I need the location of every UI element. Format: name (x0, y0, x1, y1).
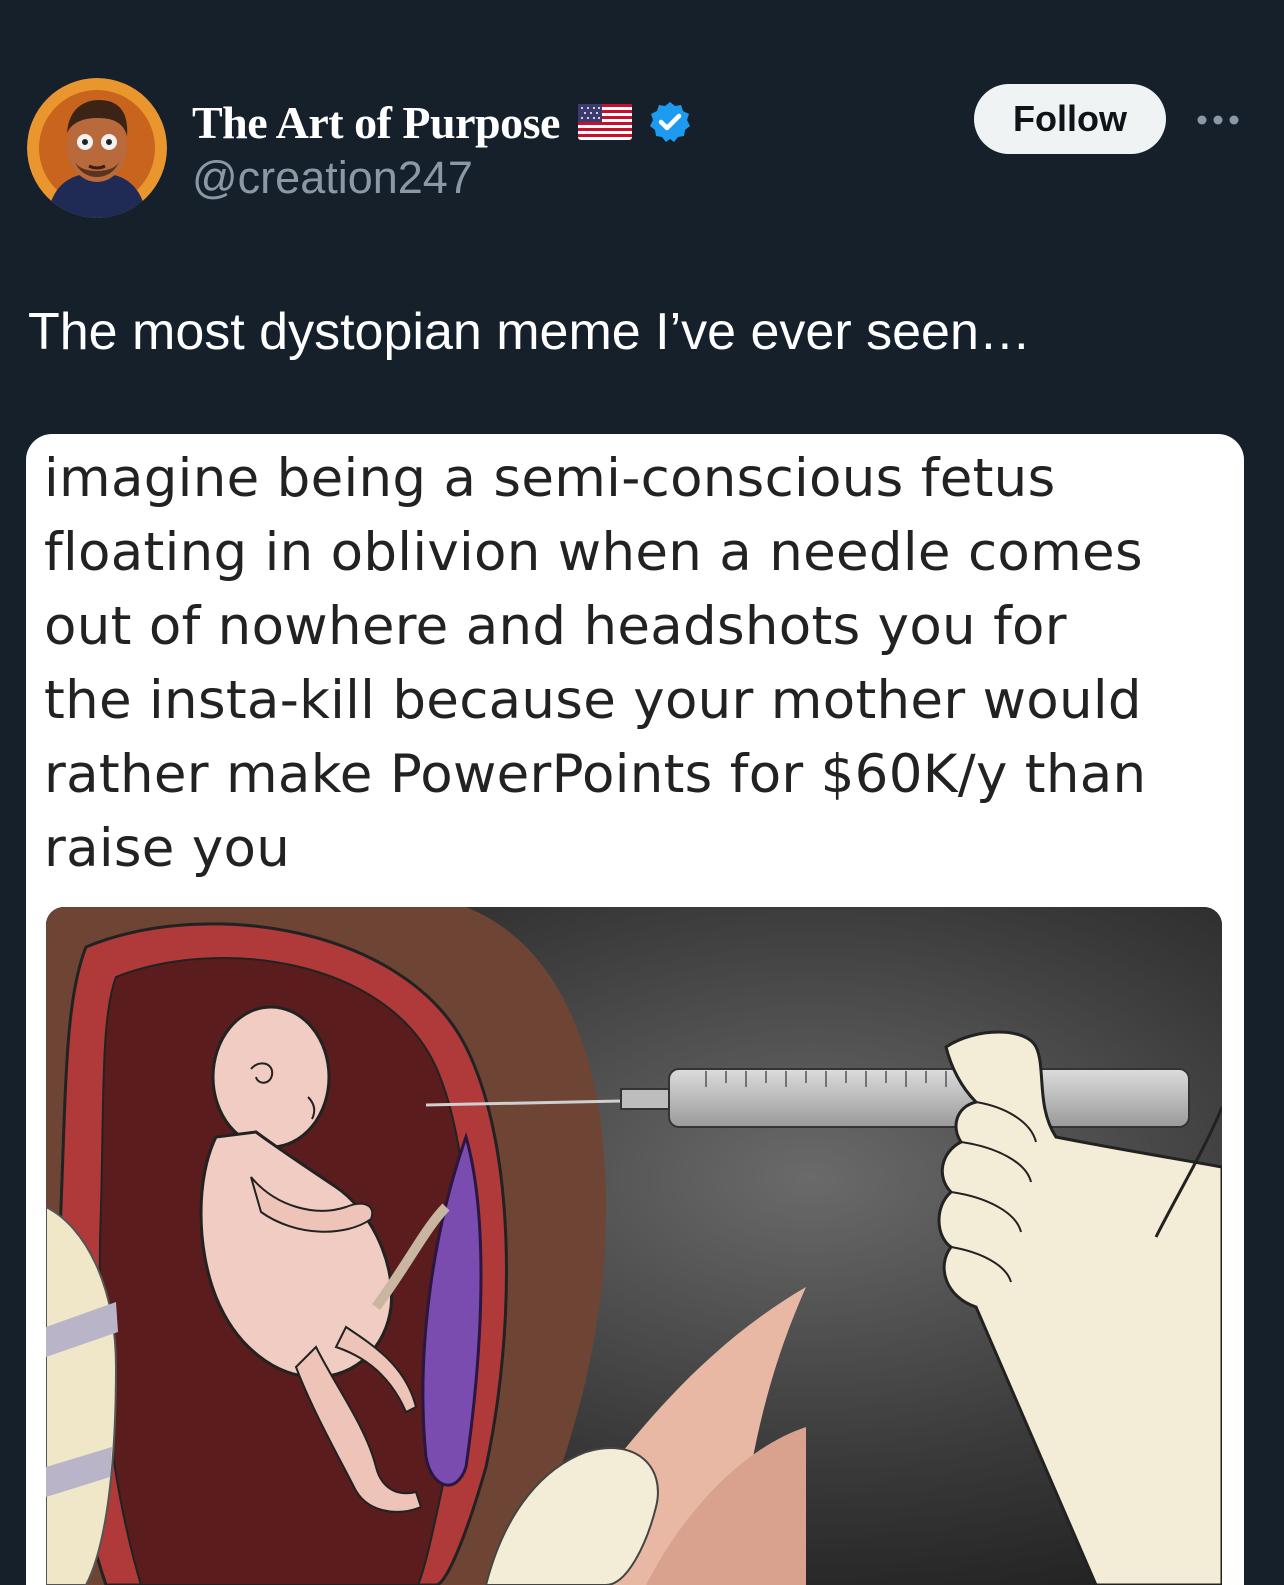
author-handle[interactable]: @creation247 (192, 152, 473, 204)
meme-caption-line: rather make PowerPoints for $60K/y than (44, 744, 1147, 805)
avatar-portrait (27, 78, 167, 218)
meme-illustration-drawing (46, 907, 1222, 1585)
meme-illustration (46, 907, 1222, 1585)
post-text: The most dystopian meme I’ve ever seen… (28, 303, 1031, 361)
author-display-name[interactable]: The Art of Purpose (192, 96, 560, 149)
meme-caption-line: raise you (44, 818, 291, 879)
author-name-row: The Art of Purpose (192, 94, 692, 150)
meme-caption-line: out of nowhere and headshots you for (44, 596, 1067, 657)
meme-caption: imagine being a semi-conscious fetus flo… (44, 442, 1234, 886)
author-avatar[interactable] (27, 78, 167, 218)
post-header: The Art of Purpose @creation247 Follow (0, 0, 1284, 260)
follow-button[interactable]: Follow (974, 84, 1166, 154)
more-options-icon[interactable] (1195, 110, 1241, 130)
verified-badge-icon[interactable] (648, 100, 692, 144)
meme-caption-line: imagine being a semi-conscious fetus (44, 448, 1056, 509)
meme-caption-line: the insta-kill because your mother would (44, 670, 1142, 731)
meme-caption-line: floating in oblivion when a needle comes (44, 522, 1143, 583)
us-flag-icon (577, 104, 632, 140)
post-media[interactable]: imagine being a semi-conscious fetus flo… (26, 434, 1244, 1585)
